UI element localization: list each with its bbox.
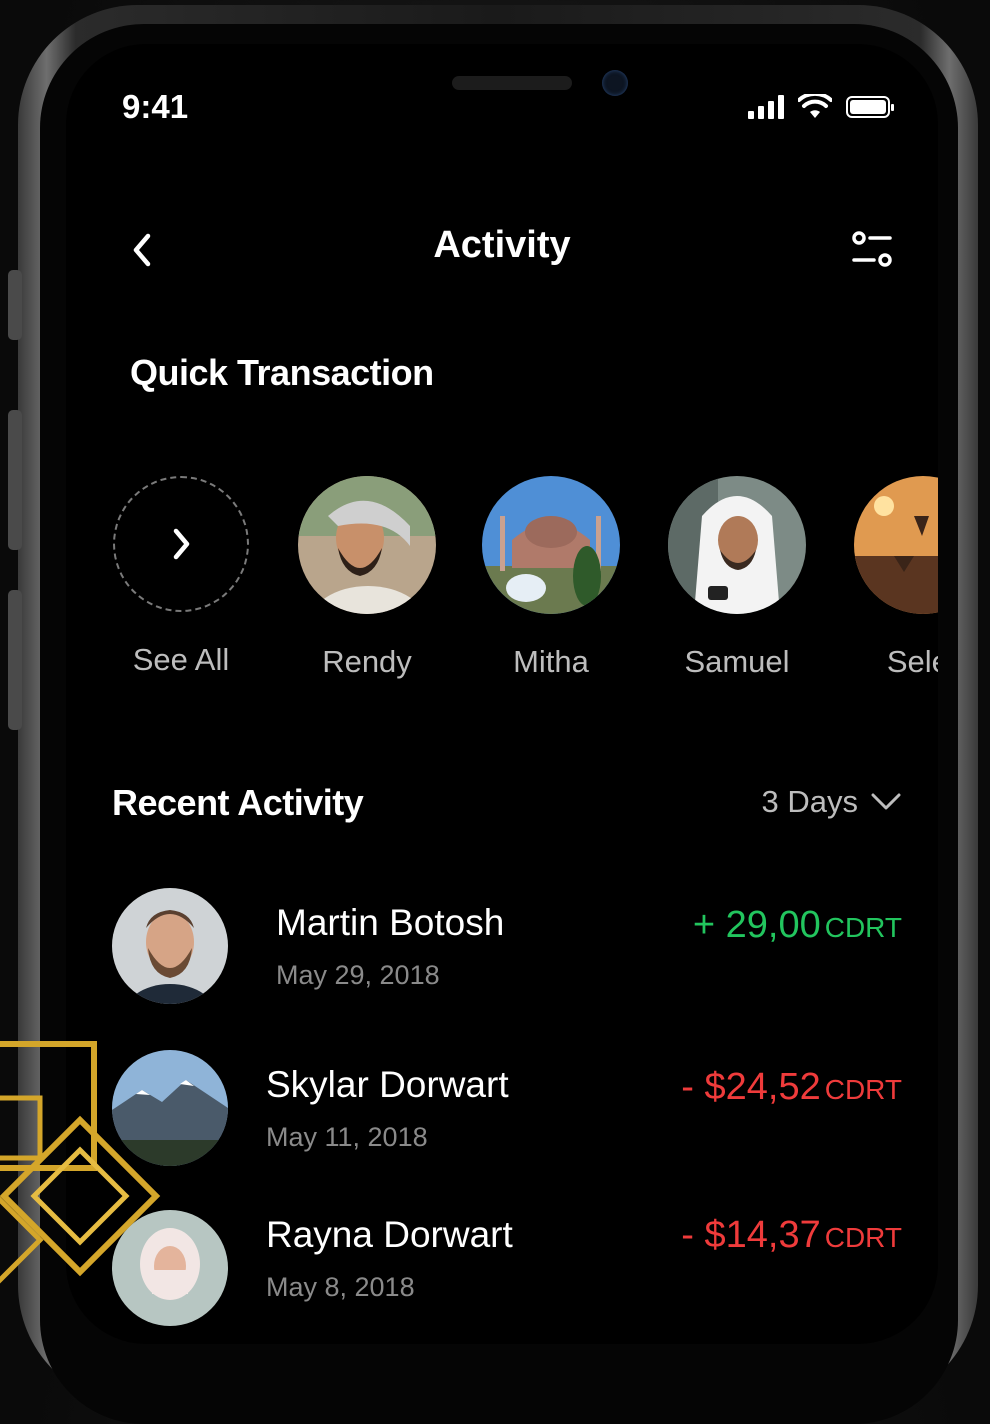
- filter-settings-icon[interactable]: [850, 230, 894, 270]
- amount-value: - $14,37: [681, 1214, 821, 1256]
- activity-name: Martin Botosh: [276, 902, 505, 943]
- activity-date: May 8, 2018: [266, 1272, 415, 1302]
- phone-mute-switch: [8, 270, 22, 340]
- quick-transaction-title: Quick Transaction: [130, 352, 434, 393]
- activity-row[interactable]: Skylar Dorwart May 11, 2018 - $24,52 CDRT: [112, 1050, 902, 1170]
- gold-geometric-decoration: [0, 1041, 161, 1284]
- activity-date: May 29, 2018: [276, 960, 440, 990]
- status-time: 9:41: [122, 88, 189, 125]
- see-all-label: See All: [132, 642, 230, 677]
- page-title: Activity: [433, 224, 571, 266]
- activity-amount: - $14,37 CDRT: [681, 1214, 902, 1257]
- avatar[interactable]: [854, 476, 938, 614]
- cellular-signal-icon: [748, 95, 784, 119]
- date-range-label: 3 Days: [761, 784, 858, 819]
- battery-icon: [846, 96, 894, 118]
- amount-value: + 29,00: [692, 904, 821, 946]
- activity-name: Skylar Dorwart: [266, 1064, 509, 1105]
- activity-row[interactable]: Rayna Dorwart May 8, 2018 - $14,37 CDRT: [112, 1210, 902, 1330]
- chevron-right-icon: [173, 528, 190, 560]
- activity-date: May 11, 2018: [266, 1122, 428, 1152]
- phone-screen: 9:41 Activity Quick Transaction See All …: [66, 44, 938, 1344]
- avatar[interactable]: [668, 476, 806, 614]
- quick-transaction-list: See All Rendy Mitha Samuel Sel: [66, 476, 938, 686]
- activity-name: Rayna Dorwart: [266, 1214, 513, 1255]
- recent-activity-title: Recent Activity: [112, 782, 364, 823]
- contact-name: Mitha: [513, 644, 589, 679]
- activity-amount: + 29,00 CDRT: [693, 904, 902, 947]
- contact-seler[interactable]: Seler: [848, 476, 938, 680]
- date-range-dropdown[interactable]: 3 Days: [762, 784, 902, 820]
- contact-mitha[interactable]: Mitha: [476, 476, 626, 680]
- contact-name: Rendy: [322, 644, 412, 679]
- contact-name: Seler: [886, 644, 938, 679]
- front-camera: [602, 70, 628, 96]
- header-bar: Activity: [66, 214, 938, 284]
- phone-volume-down: [8, 590, 22, 730]
- contact-name: Samuel: [684, 644, 790, 679]
- status-icons: [748, 94, 894, 120]
- chevron-down-icon: [871, 793, 901, 810]
- amount-currency: CDRT: [824, 1222, 902, 1253]
- avatar: [112, 888, 228, 1004]
- activity-amount: - $24,52 CDRT: [681, 1066, 902, 1109]
- activity-row[interactable]: Martin Botosh May 29, 2018 + 29,00 CDRT: [112, 888, 902, 1008]
- avatar[interactable]: [482, 476, 620, 614]
- contact-samuel[interactable]: Samuel: [662, 476, 812, 680]
- see-all-circle[interactable]: [113, 476, 249, 612]
- amount-currency: CDRT: [824, 1074, 902, 1105]
- see-all-button[interactable]: See All: [106, 476, 256, 678]
- avatar[interactable]: [298, 476, 436, 614]
- contact-rendy[interactable]: Rendy: [292, 476, 442, 680]
- phone-volume-up: [8, 410, 22, 550]
- amount-value: - $24,52: [681, 1066, 821, 1108]
- amount-currency: CDRT: [824, 912, 902, 943]
- wifi-icon: [798, 94, 832, 118]
- speaker-grille: [452, 76, 572, 90]
